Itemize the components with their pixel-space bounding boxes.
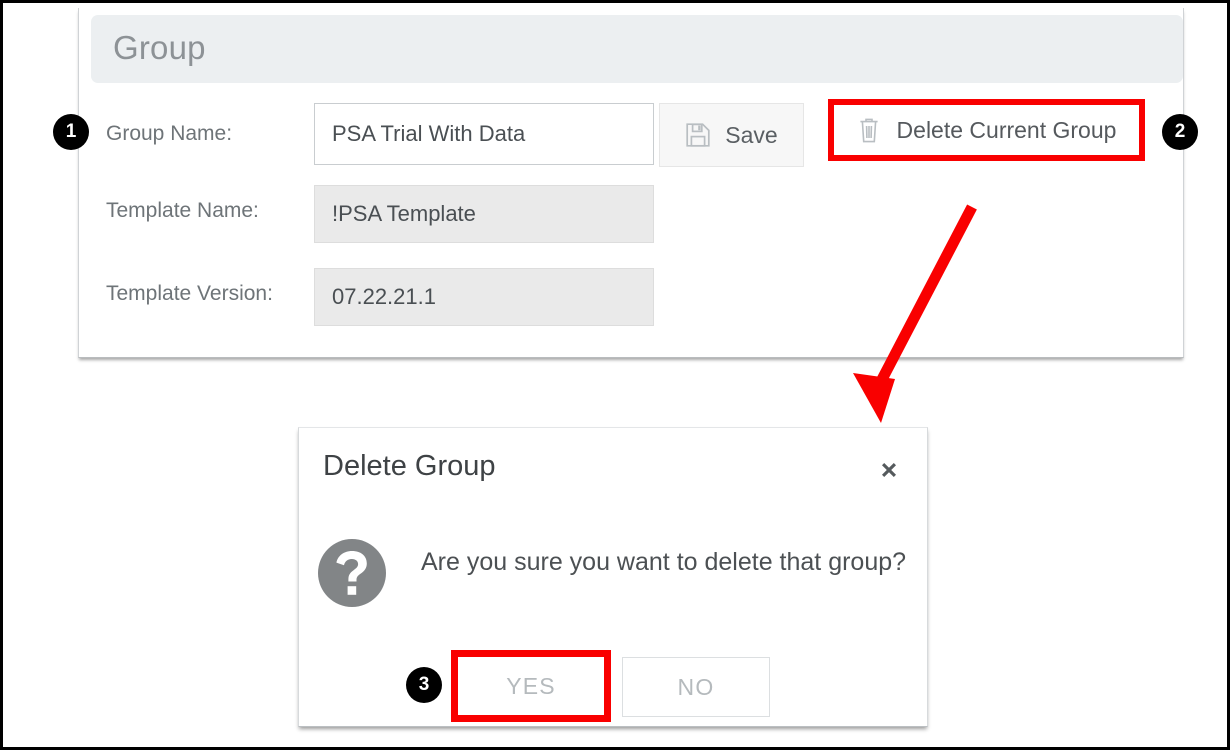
question-mark-icon [317,538,387,608]
dialog-message: Are you sure you want to delete that gro… [421,548,907,576]
floppy-disk-icon [685,122,711,148]
delete-group-dialog: Delete Group Are you sure you want to de… [298,427,928,727]
form-row-template-name: Template Name: !PSA Template [79,185,1185,247]
page-title: Group [113,29,206,66]
template-name-label: Template Name: [106,199,259,222]
group-name-label: Group Name: [106,122,233,145]
close-button[interactable] [873,454,905,486]
yes-button[interactable]: YES [458,657,604,715]
yes-button-highlight: YES [451,650,611,722]
trash-can-icon [857,116,881,144]
screenshot-root: Group Group Name: PSA Trial With Data Sa… [0,0,1230,750]
group-panel-header: Group [91,15,1183,83]
save-button[interactable]: Save [659,103,804,167]
group-name-input[interactable]: PSA Trial With Data [314,103,654,165]
yes-button-label: YES [506,672,556,699]
close-x-icon [877,458,901,482]
group-panel: Group Group Name: PSA Trial With Data Sa… [78,8,1184,358]
no-button[interactable]: NO [622,657,770,717]
callout-badge-2: 2 [1162,114,1198,150]
delete-current-group-highlight: Delete Current Group [828,99,1145,161]
dialog-body: Are you sure you want to delete that gro… [299,528,929,638]
form-row-template-version: Template Version: 07.22.21.1 [79,268,1185,330]
save-button-label: Save [725,121,778,148]
template-version-label: Template Version: [106,282,273,305]
delete-current-group-button[interactable]: Delete Current Group [834,105,1139,155]
callout-badge-3: 3 [406,667,442,703]
no-button-label: NO [677,673,715,700]
callout-badge-1: 1 [53,114,89,150]
template-version-value: 07.22.21.1 [314,268,654,326]
dialog-title: Delete Group [323,450,496,482]
template-name-value: !PSA Template [314,185,654,243]
delete-current-group-label: Delete Current Group [896,116,1117,143]
